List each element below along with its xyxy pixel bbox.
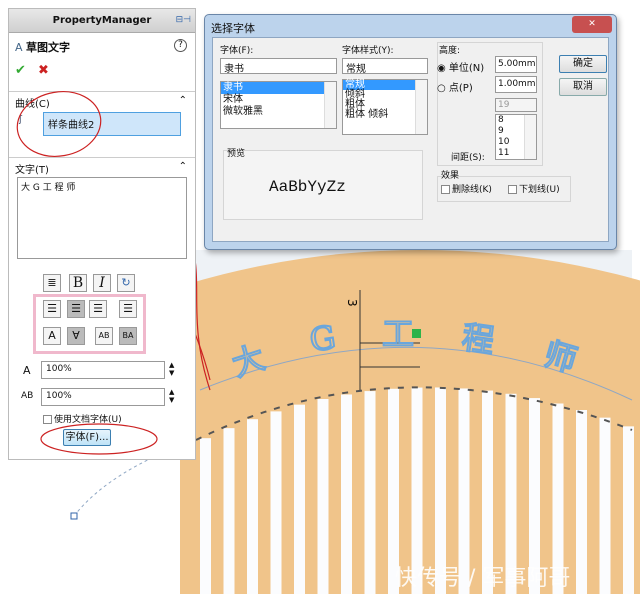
scrollbar[interactable] bbox=[324, 82, 336, 128]
point-size-list[interactable]: 8 9 10 11 bbox=[495, 114, 537, 160]
spacing-spinner[interactable]: ▲ ▼ bbox=[169, 388, 174, 404]
font-input[interactable]: 隶书 bbox=[220, 58, 337, 75]
slot bbox=[576, 410, 587, 594]
radio-label: 单位(N) bbox=[448, 63, 485, 74]
ok-button[interactable]: 确定 bbox=[559, 55, 607, 73]
slot bbox=[505, 393, 517, 594]
sketch-char: G bbox=[307, 318, 338, 359]
ok-button[interactable]: ✔ bbox=[15, 63, 26, 78]
scrollbar[interactable] bbox=[524, 115, 536, 159]
font-label: 字体(F): bbox=[220, 46, 254, 56]
slot bbox=[223, 428, 235, 594]
property-manager: PropertyManager ⊟⊣ A 草图文字 ? ✔ ✖ 曲线(C) ⌃ ʃ… bbox=[8, 8, 196, 460]
help-icon[interactable]: ? bbox=[174, 39, 187, 52]
point-input[interactable]: 1.00mm bbox=[495, 76, 537, 93]
collapse-icon[interactable]: ⌃ bbox=[179, 95, 187, 106]
flip-vertical-down-button[interactable]: ∀ bbox=[67, 327, 85, 345]
slot bbox=[599, 417, 611, 594]
width-factor-input[interactable]: 100% bbox=[41, 361, 165, 379]
text-section[interactable]: 文字(T) ⌃ bbox=[9, 157, 195, 179]
curve-selection[interactable]: 样条曲线2 bbox=[43, 112, 181, 136]
checkbox-label: 下划线(U) bbox=[519, 185, 560, 195]
cancel-button[interactable]: 取消 bbox=[559, 78, 607, 96]
cancel-button[interactable]: ✖ bbox=[38, 63, 49, 78]
unit-radio[interactable]: ◉ 单位(N) bbox=[437, 59, 484, 74]
slot bbox=[458, 388, 470, 594]
curve-icon: ʃ bbox=[19, 115, 23, 125]
close-button[interactable]: ✕ bbox=[572, 16, 612, 33]
flip-vertical-button[interactable]: A bbox=[43, 327, 61, 345]
height-label: 高度: bbox=[439, 46, 461, 56]
sketch-text-icon: A bbox=[15, 41, 23, 54]
watermark: 快传号 / 军事阿哥 bbox=[395, 566, 570, 591]
dimension-value: 3 bbox=[345, 299, 359, 307]
font-option[interactable]: 宋体 bbox=[221, 94, 336, 106]
collapse-icon[interactable]: ⌃ bbox=[179, 161, 187, 172]
feature-title: 草图文字 bbox=[26, 41, 71, 54]
underline-checkbox[interactable]: 下划线(U) bbox=[508, 182, 560, 195]
align-center-button[interactable]: ☰ bbox=[67, 300, 85, 318]
checkbox-label: 删除线(K) bbox=[452, 185, 492, 195]
font-list[interactable]: 隶书 宋体 微软雅黑 bbox=[220, 81, 337, 129]
bold-button[interactable]: B bbox=[69, 274, 87, 292]
dialog-title: 选择字体 bbox=[211, 22, 255, 35]
strikeout-checkbox[interactable]: 删除线(K) bbox=[441, 182, 492, 195]
slot bbox=[529, 398, 540, 594]
slot bbox=[482, 390, 493, 594]
slot bbox=[341, 394, 352, 594]
spacing-label: 间距(S): bbox=[451, 153, 485, 163]
unit-input[interactable]: 5.00mm bbox=[495, 56, 537, 73]
point-radio[interactable]: ○ 点(P) bbox=[437, 79, 473, 94]
section-label: 文字(T) bbox=[15, 165, 49, 176]
spacing-factor-icon: AB bbox=[21, 391, 34, 401]
sketch-char: 程 bbox=[460, 318, 497, 360]
scrollbar[interactable] bbox=[415, 80, 427, 134]
width-factor-icon: A bbox=[23, 364, 31, 377]
radio-label: 点(P) bbox=[448, 83, 473, 94]
font-option[interactable]: 隶书 bbox=[221, 82, 336, 94]
text-input[interactable]: 大 G 工 程 师 bbox=[17, 177, 187, 259]
link-property-icon[interactable]: ≣ bbox=[43, 274, 61, 292]
slot bbox=[317, 399, 329, 594]
checkbox-label: 使用文档字体(U) bbox=[54, 415, 122, 425]
align-left-button[interactable]: ☰ bbox=[43, 300, 61, 318]
sketch-char: 工 bbox=[382, 315, 414, 353]
style-input[interactable]: 常规 bbox=[342, 58, 428, 75]
slot bbox=[411, 387, 423, 594]
style-label: 字体样式(Y): bbox=[342, 46, 394, 56]
slot bbox=[364, 391, 376, 594]
curves-section[interactable]: 曲线(C) ⌃ bbox=[9, 91, 195, 113]
align-right-button[interactable]: ☰ bbox=[89, 300, 107, 318]
slot bbox=[247, 419, 258, 594]
font-option[interactable]: 微软雅黑 bbox=[221, 106, 336, 118]
style-list[interactable]: 常规 倾斜 粗体 粗体 倾斜 bbox=[342, 79, 428, 135]
slot bbox=[200, 438, 211, 594]
pin-icon[interactable]: ⊟⊣ bbox=[176, 15, 191, 25]
rotate-button[interactable]: ↻ bbox=[117, 274, 135, 292]
flip-horizontal-button[interactable]: AB bbox=[95, 327, 113, 345]
slot bbox=[294, 404, 305, 594]
spacing-factor-input[interactable]: 100% bbox=[41, 388, 165, 406]
preview-text: AaBbYyZz bbox=[269, 178, 346, 196]
section-label: 曲线(C) bbox=[15, 99, 50, 110]
effects-label: 效果 bbox=[441, 171, 460, 181]
width-spinner[interactable]: ▲ ▼ bbox=[169, 361, 174, 377]
pm-title: PropertyManager bbox=[9, 9, 195, 33]
slot bbox=[435, 387, 446, 594]
font-dialog: 选择字体 ✕ 字体(F): 隶书 隶书 宋体 微软雅黑 字体样式(Y): 常规 … bbox=[204, 14, 617, 250]
justify-button[interactable]: ☰ bbox=[119, 300, 137, 318]
point-size-input[interactable]: 19 bbox=[495, 98, 537, 112]
slot bbox=[270, 411, 282, 594]
slot bbox=[623, 426, 634, 594]
use-doc-font-checkbox[interactable]: 使用文档字体(U) bbox=[43, 412, 122, 425]
flip-horizontal-back-button[interactable]: BA bbox=[119, 327, 137, 345]
preview-label: 预览 bbox=[227, 149, 246, 159]
slot bbox=[388, 388, 399, 594]
italic-button[interactable]: I bbox=[93, 274, 111, 292]
font-button[interactable]: 字体(F)... bbox=[63, 429, 111, 446]
